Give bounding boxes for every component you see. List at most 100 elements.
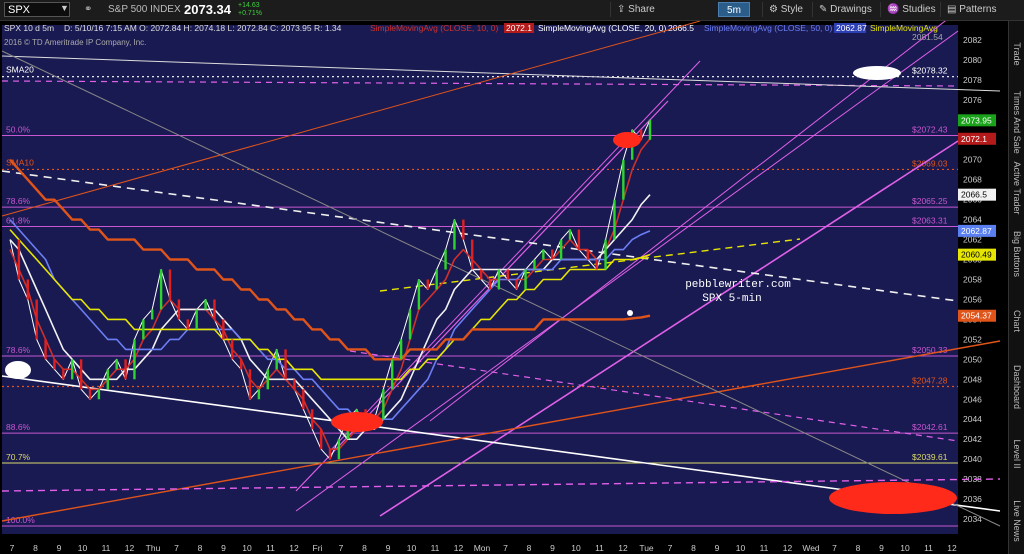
candle-bar [382,389,385,420]
candle-bar [97,389,101,400]
y-tick-label: 2040 [963,454,982,464]
highlight-ellipse [5,361,31,379]
x-tick-label: 12 [947,543,957,553]
x-tick-label: Tue [639,543,654,553]
side-tab[interactable]: Dashboard [1008,354,1024,421]
x-tick-label: 9 [715,543,720,553]
annotation-caption: SPX 5-min [702,293,761,305]
share-button[interactable]: ⇪ Share [610,2,655,17]
x-tick-label: 10 [78,543,88,553]
y-tick-label: 2070 [963,155,982,165]
candle-bar [453,219,456,250]
candle-bar [311,409,314,430]
candle-bar [559,239,563,260]
side-tab[interactable]: Big Buttons [1008,220,1024,288]
y-tick-label: 2064 [963,215,982,225]
candle-bar [222,319,225,340]
x-tick-label: 10 [407,543,417,553]
annotation-site: pebblewriter.com [685,279,791,291]
candle-bar [302,389,305,410]
candle-bar [133,339,136,380]
timeframe-button[interactable]: 5m [718,2,750,17]
candle-bar [497,269,501,290]
price-badge-label: 2054.37 [961,311,992,321]
candle-bar [648,119,652,140]
x-tick-label: 10 [900,543,910,553]
candle-bar [613,199,616,240]
candle-bar [248,369,252,400]
patterns-button[interactable]: ▤ Patterns [940,2,996,17]
drawings-icon: ✎ [819,4,831,15]
y-tick-label: 2076 [963,95,982,105]
link-icon[interactable]: ⚭ [84,4,92,15]
x-tick-label: 12 [289,543,299,553]
patterns-icon: ▤ [947,4,960,15]
index-name: S&P 500 INDEX [108,4,181,15]
fib-pct-label: 70.7% [6,452,31,462]
side-tab[interactable]: Level II [1008,420,1024,488]
candle-bar [391,359,394,390]
x-tick-label: 8 [198,543,203,553]
candle-bar [604,239,607,270]
x-tick-label: Fri [313,543,323,553]
fib-pct-label: 61.8% [6,216,31,226]
style-button[interactable]: ⚙ Style [762,2,803,17]
x-tick-label: 7 [503,543,508,553]
fib-pct-label: 88.6% [6,422,31,432]
marker-dot [627,310,633,316]
candle-bar [337,439,341,460]
x-tick-label: 8 [33,543,38,553]
price-chart[interactable]: SPX 10 d 5m D: 5/10/16 7:15 AM O: 2072.84… [0,21,1024,554]
candle-bar [186,319,189,330]
x-tick-label: 9 [221,543,226,553]
side-tab[interactable]: Times And Sales [1008,87,1024,158]
studies-button[interactable]: ♒ Studies [880,2,936,17]
candle-bar [195,309,198,330]
candle-bar [551,249,554,260]
highlight-ellipse [853,66,901,80]
copyright: 2016 © TD Ameritrade IP Company, Inc. [4,38,146,47]
candle-bar [444,249,447,270]
side-tab-label: Dashboard [1012,365,1022,410]
candle-bar [266,369,269,390]
side-tab-label: Level II [1012,439,1022,469]
x-tick-label: 7 [668,543,673,553]
candle-bar [142,319,145,340]
candle-bar [231,339,234,360]
candle-bar [462,219,465,240]
header-ma10: SimpleMovingAvg (CLOSE, 10, 0) [370,23,499,33]
candle-bar [408,309,412,340]
x-tick-label: 10 [242,543,252,553]
side-tab-label: Active Trader [1012,161,1022,215]
candle-bar [399,339,403,360]
x-tick-label: 7 [339,543,344,553]
price-badge-label: 2062.87 [961,226,992,236]
side-tab[interactable]: Live News [1008,487,1024,554]
candle-bar [577,229,581,250]
dotted-level-name: SMA20 [6,65,34,75]
x-tick-label: 8 [362,543,367,553]
candle-bar [71,359,74,380]
price-badge-label: 2072.1 [961,134,987,144]
candle-bar [239,359,243,370]
fib-pct-label: 78.6% [6,345,31,355]
y-tick-label: 2036 [963,494,982,504]
side-tab[interactable]: Chart [1008,287,1024,355]
drawings-button[interactable]: ✎ Drawings [812,2,872,17]
side-tab[interactable]: Trade [1008,21,1024,88]
candle-bar [595,259,598,270]
x-tick-label: Wed [802,543,820,553]
chevron-down-icon[interactable]: ▼ [60,3,69,13]
candle-bar [124,359,127,380]
y-tick-label: 2046 [963,394,982,404]
fib-price-label: $2063.31 [912,216,948,226]
dotted-level-price: $2078.32 [912,66,948,76]
candle-bar [533,259,536,270]
fib-pct-label: 78.6% [6,196,31,206]
candle-bar [622,159,625,200]
side-tab[interactable]: Active Trader [1008,154,1024,221]
y-tick-label: 2048 [963,374,982,384]
candle-bar [319,429,323,450]
y-tick-label: 2034 [963,514,982,524]
x-tick-label: 7 [174,543,179,553]
